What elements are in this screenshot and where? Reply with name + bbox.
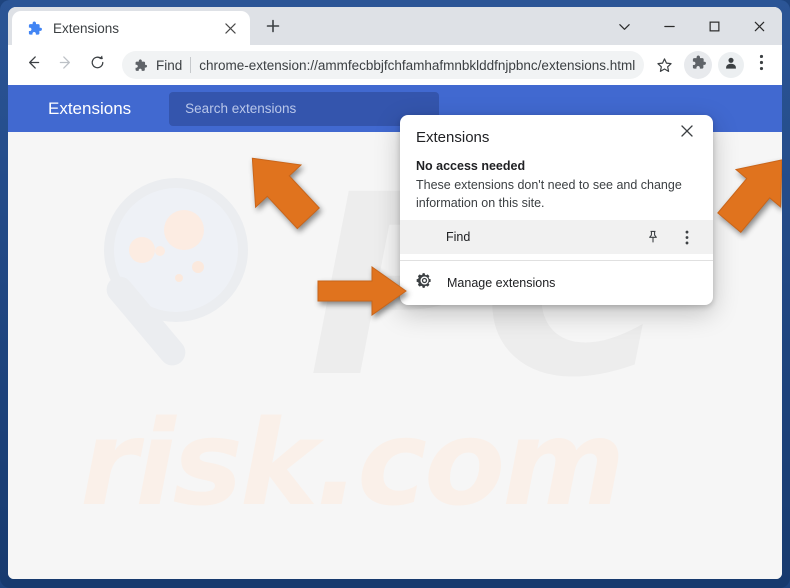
arrow-left-icon <box>25 54 42 76</box>
minimize-button[interactable] <box>647 7 692 45</box>
extension-name: Find <box>446 230 471 245</box>
page-title: Extensions <box>48 98 132 118</box>
reload-icon <box>89 54 106 76</box>
pin-icon[interactable] <box>641 225 665 249</box>
search-input-placeholder: Search extensions <box>185 101 297 116</box>
person-avatar-icon <box>723 55 739 76</box>
popup-extension-row-find[interactable]: Find <box>400 220 713 255</box>
omnibox-scheme-label: Find <box>156 57 183 73</box>
forward-button[interactable] <box>50 50 80 80</box>
plus-icon <box>266 19 280 38</box>
new-tab-button[interactable] <box>258 13 288 43</box>
browser-window-frame: Extensions Find chrome-extension://ammfe… <box>0 0 790 588</box>
puzzle-piece-icon <box>26 20 43 37</box>
tab-search-button[interactable] <box>602 7 647 45</box>
arrow-right-icon <box>57 54 74 76</box>
tab-extensions[interactable]: Extensions <box>12 11 250 45</box>
browser-window: Extensions Find chrome-extension://ammfe… <box>8 7 782 579</box>
extension-icon <box>416 227 436 247</box>
three-dot-menu-icon[interactable] <box>675 225 699 249</box>
popup-section-description: These extensions don't need to see and c… <box>416 178 682 211</box>
arrow-to-find-row <box>317 266 407 316</box>
three-dot-menu-icon <box>759 54 764 76</box>
bookmark-star-icon[interactable] <box>652 53 676 77</box>
profile-avatar-button[interactable] <box>718 52 744 78</box>
close-button[interactable] <box>737 7 782 45</box>
browser-toolbar: Find chrome-extension://ammfecbbjfchfamh… <box>8 45 782 85</box>
tab-title: Extensions <box>53 20 120 36</box>
chrome-menu-button[interactable] <box>748 51 774 79</box>
window-controls <box>602 7 782 45</box>
popup-titlebar: Extensions <box>400 115 713 159</box>
address-bar[interactable]: Find chrome-extension://ammfecbbjfchfamh… <box>122 51 644 79</box>
popup-title: Extensions <box>416 128 490 146</box>
back-button[interactable] <box>18 50 48 80</box>
arrow-to-ext-toolbar-icon <box>717 159 782 233</box>
arrow-to-omnibox <box>251 157 320 230</box>
search-extensions-input[interactable]: Search extensions <box>169 91 440 126</box>
popup-section-heading: No access needed <box>416 159 526 173</box>
manage-extensions-button[interactable]: Manage extensions <box>400 261 713 305</box>
magnifier-graphic <box>104 178 248 366</box>
omnibox-url-text: chrome-extension://ammfecbbjfchfamhafmnb… <box>199 57 636 73</box>
page-viewport: Extensions Search extensions PC <box>8 85 782 579</box>
gear-icon <box>416 272 433 294</box>
manage-extensions-label: Manage extensions <box>447 276 556 291</box>
extensions-toolbar-button[interactable] <box>684 51 712 79</box>
extensions-popup: Extensions No access needed These extens… <box>400 115 713 306</box>
puzzle-piece-icon <box>133 58 148 73</box>
puzzle-piece-icon <box>690 54 707 76</box>
omnibox-divider <box>190 57 192 73</box>
watermark-domain-text: risk.com <box>80 394 625 532</box>
tab-strip: Extensions <box>8 7 782 45</box>
reload-button[interactable] <box>82 50 112 80</box>
maximize-button[interactable] <box>692 7 737 45</box>
close-icon[interactable] <box>675 119 699 143</box>
close-icon[interactable] <box>220 18 240 38</box>
